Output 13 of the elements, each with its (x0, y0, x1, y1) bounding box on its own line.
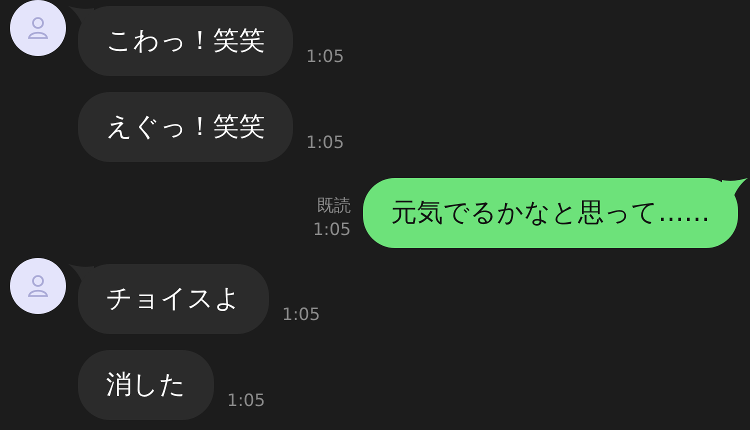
message-time: 1:05 (306, 46, 344, 68)
message-time: 1:05 (306, 132, 344, 154)
message-time: 1:05 (227, 390, 266, 412)
message-bubble: えぐっ！笑笑 (78, 92, 293, 162)
message-bubble: 消した (78, 350, 214, 420)
message-bubble: こわっ！笑笑 (78, 6, 293, 76)
message-bubble: チョイスよ (78, 264, 269, 334)
read-receipt: 既読 (317, 195, 351, 218)
message-time: 1:05 (312, 219, 351, 242)
message-bubble: 元気でるかなと思って…… (363, 178, 738, 248)
message-time: 1:05 (282, 304, 320, 326)
person-icon (27, 274, 49, 298)
person-icon (27, 16, 49, 40)
